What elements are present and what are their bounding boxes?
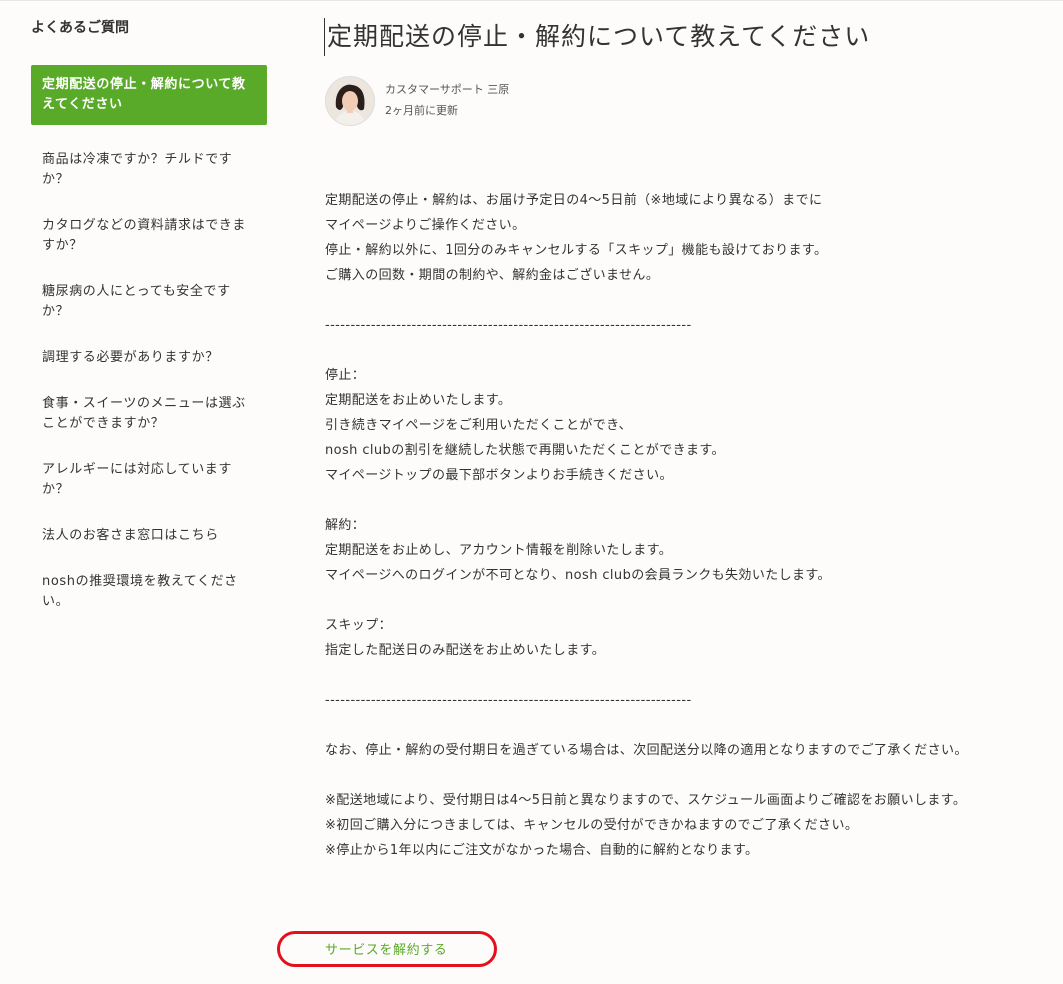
avatar [325,76,375,126]
faq-item-cooking[interactable]: 調理する必要がありますか？ [31,348,267,368]
faq-item-corporate[interactable]: 法人のお客さま窓口はこちら [31,526,267,546]
faq-list: 定期配送の停止・解約について教えてください 商品は冷凍ですか？チルドですか？ カ… [31,65,267,612]
body-line: 指定した配送日のみ配送をお止めいたします。 [325,643,606,658]
faq-item-menu-choice[interactable]: 食事・スイーツのメニューは選ぶことができますか？ [31,394,267,434]
top-border [0,0,1063,1]
faq-item-active[interactable]: 定期配送の停止・解約について教えてください [31,65,267,125]
body-heading: 停止： [325,368,366,383]
separator-line: ----------------------------------------… [325,693,692,708]
body-line: 停止・解約以外に、1回分のみキャンセルする「スキップ」機能も設けております。 [325,243,828,258]
body-line: マイページへのログインが不可となり、nosh clubの会員ランクも失効いたしま… [325,568,831,583]
author-name: カスタマーサポート 三原 [385,83,510,96]
body-line: 引き続きマイページをご利用いただくことができ、 [325,418,633,433]
body-line: ※配送地域により、受付期日は4〜5日前と異なりますので、スケジュール画面よりご確… [325,793,967,808]
body-line: ※停止から1年以内にご注文がなかった場合、自動的に解約となります。 [325,843,759,858]
body-line: マイページよりご操作ください。 [325,218,526,233]
author-block: カスタマーサポート 三原 2ヶ月前に更新 [325,76,995,128]
body-line: 定期配送の停止・解約は、お届け予定日の4〜5日前（※地域により異なる）までに [325,193,823,208]
article-body: 定期配送の停止・解約は、お届け予定日の4〜5日前（※地域により異なる）までに マ… [325,188,995,863]
body-heading: スキップ： [325,618,393,633]
updated-time: 2ヶ月前に更新 [385,104,458,117]
sidebar-title: よくあるご質問 [31,20,129,36]
page-title: 定期配送の停止・解約について教えてください [324,18,995,56]
faq-item-catalog-request[interactable]: カタログなどの資料請求はできますか？ [31,216,267,256]
body-line: マイページトップの最下部ボタンよりお手続きください。 [325,468,673,483]
body-line: ご購入の回数・期間の制約や、解約金はございません。 [325,268,660,283]
faq-item-frozen-chilled[interactable]: 商品は冷凍ですか？チルドですか？ [31,150,267,190]
body-heading: 解約： [325,518,366,533]
cancel-service-link[interactable]: サービスを解約する [325,941,447,961]
body-line: ※初回ご購入分につきましては、キャンセルの受付ができかねますのでご了承ください。 [325,818,859,833]
body-line: 定期配送をお止めし、アカウント情報を削除いたします。 [325,543,673,558]
body-line: なお、停止・解約の受付期日を過ぎている場合は、次回配送分以降の適用となりますので… [325,743,968,758]
faq-item-allergy[interactable]: アレルギーには対応していますか？ [31,460,267,500]
separator-line: ----------------------------------------… [325,318,692,333]
article: 定期配送の停止・解約について教えてください カスタマーサポート 三原 2ヶ月前に… [324,18,995,863]
faq-item-diabetes[interactable]: 糖尿病の人にとっても安全ですか？ [31,282,267,322]
body-line: 定期配送をお止めいたします。 [325,393,512,408]
faq-sidebar: よくあるご質問 定期配送の停止・解約について教えてください 商品は冷凍ですか？チ… [31,18,267,638]
cancel-service-cta: サービスを解約する [277,931,499,971]
body-line: nosh clubの割引を継続した状態で再開いただくことができます。 [325,443,725,458]
faq-item-environment[interactable]: noshの推奨環境を教えてください。 [31,572,267,612]
